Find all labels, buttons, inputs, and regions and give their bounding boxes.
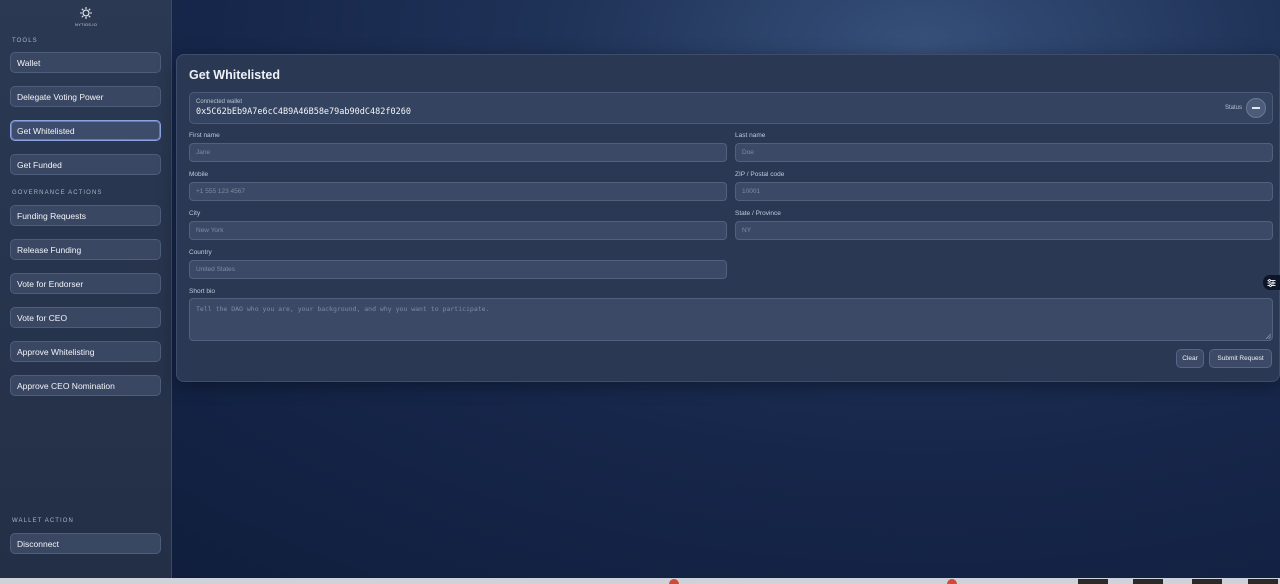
sidebar-item-vote-for-ceo[interactable]: Vote for CEO	[10, 307, 161, 328]
short-bio-textarea[interactable]: Tell the DAO who you are, your backgroun…	[189, 298, 1273, 341]
taskbar-app-icon[interactable]	[669, 579, 679, 584]
status-label: Status	[1224, 105, 1242, 111]
clear-button[interactable]: Clear	[1176, 349, 1204, 368]
disconnect-button[interactable]: Disconnect	[10, 533, 161, 554]
page-title: Get Whitelisted	[189, 68, 280, 82]
resize-handle-icon[interactable]	[1265, 333, 1271, 339]
zip-input[interactable]: 10001	[735, 182, 1273, 201]
short-bio-placeholder: Tell the DAO who you are, your backgroun…	[196, 305, 490, 313]
logo-gear-icon	[80, 7, 92, 19]
brand-logo: NYTIOS.IO	[74, 6, 98, 30]
side-toolbar-toggle[interactable]	[1263, 275, 1280, 290]
status-indicator	[1246, 98, 1266, 118]
dash-icon	[1252, 107, 1260, 109]
sidebar-item-approve-ceo-nomination[interactable]: Approve CEO Nomination	[10, 375, 161, 396]
sidebar-item-delegate-voting-power[interactable]: Delegate Voting Power	[10, 86, 161, 107]
last-name-input[interactable]: Doe	[735, 143, 1273, 162]
sidebar-item-get-whitelisted[interactable]: Get Whitelisted	[10, 120, 161, 141]
state-input[interactable]: NY	[735, 221, 1273, 240]
wallet-address: 0x5C62bEb9A7e6cC4B9A46B58e79ab90dC482f02…	[196, 107, 411, 117]
whitelist-form-card: Get Whitelisted Connected wallet 0x5C62b…	[176, 54, 1280, 382]
last-name-label: Last name	[735, 132, 766, 139]
first-name-input[interactable]: Jane	[189, 143, 727, 162]
sidebar-item-approve-whitelisting[interactable]: Approve Whitelisting	[10, 341, 161, 362]
sidebar-item-release-funding[interactable]: Release Funding	[10, 239, 161, 260]
city-label: City	[189, 210, 201, 217]
os-taskbar	[0, 578, 1280, 584]
sidebar-item-wallet[interactable]: Wallet	[10, 52, 161, 73]
wallet-action-section-label: WALLET ACTION	[12, 518, 74, 524]
logo-text: NYTIOS.IO	[74, 22, 98, 27]
taskbar-app-icon[interactable]	[1248, 579, 1278, 584]
taskbar-app-icon[interactable]	[1192, 579, 1222, 584]
mobile-input[interactable]: +1 555 123 4567	[189, 182, 727, 201]
short-bio-label: Short bio	[189, 288, 216, 295]
zip-label: ZIP / Postal code	[735, 171, 785, 178]
taskbar-app-icon[interactable]	[1133, 579, 1163, 584]
mobile-label: Mobile	[189, 171, 209, 178]
governance-section-label: GOVERNANCE ACTIONS	[12, 190, 103, 196]
tools-section-label: TOOLS	[12, 38, 38, 44]
city-input[interactable]: New York	[189, 221, 727, 240]
connected-wallet-panel: Connected wallet 0x5C62bEb9A7e6cC4B9A46B…	[189, 92, 1273, 124]
sidebar-item-get-funded[interactable]: Get Funded	[10, 154, 161, 175]
first-name-label: First name	[189, 132, 220, 139]
sidebar: NYTIOS.IO TOOLS Wallet Delegate Voting P…	[0, 0, 172, 578]
sidebar-item-vote-for-endorser[interactable]: Vote for Endorser	[10, 273, 161, 294]
state-label: State / Province	[735, 210, 781, 217]
sliders-icon	[1267, 278, 1276, 287]
submit-request-button[interactable]: Submit Request	[1209, 349, 1272, 368]
country-input[interactable]: United States	[189, 260, 727, 279]
country-label: Country	[189, 249, 212, 256]
sidebar-item-funding-requests[interactable]: Funding Requests	[10, 205, 161, 226]
connected-wallet-label: Connected wallet	[196, 99, 243, 105]
taskbar-app-icon[interactable]	[1078, 579, 1108, 584]
taskbar-app-icon[interactable]	[947, 579, 957, 584]
